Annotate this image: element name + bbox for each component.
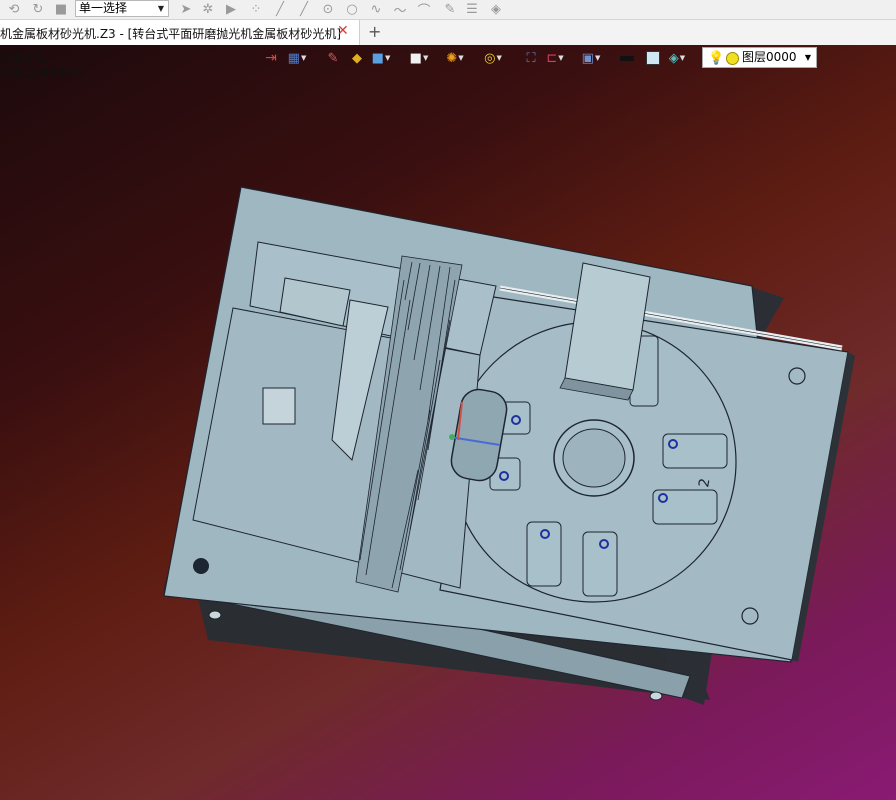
fixture-3 [526, 521, 562, 587]
zoom-icon[interactable]: ◎ ▼ [480, 48, 506, 68]
stack-icon[interactable]: ☰ [462, 0, 482, 19]
document-tab[interactable]: 机金属板材砂光机.Z3 - [转台式平面研磨抛光机金属板材砂光机] ✕ [0, 20, 360, 45]
display-icon[interactable]: ▦ ▼ [284, 48, 310, 68]
foot-left [208, 610, 222, 620]
cube-white-icon[interactable]: ■ ▼ [406, 48, 432, 68]
cube-blue-icon[interactable]: ■ ▼ [368, 48, 394, 68]
top-toolbar: ⟲ ↻ ■ 单一选择 ▼ ➤ ✲ ▶ ⁘ ╱ ╱ ⊙ ○ ∿ 〜 ⌒ ✎ ☰ ◈ [0, 0, 896, 20]
line-2-icon[interactable]: ╱ [294, 0, 314, 19]
prompt-line-2: 拾取或浏览提示 [0, 66, 85, 80]
sun-icon[interactable]: ✺ ▼ [442, 48, 468, 68]
pencil-icon[interactable]: ✎ [320, 48, 346, 68]
layer-name: 图层0000 [742, 50, 797, 64]
layer-color-icon [726, 52, 739, 65]
chevron-down-icon: ▼ [157, 4, 164, 13]
select-mode-label: 单一选择 [79, 1, 128, 15]
exit-icon[interactable]: ⇥ [258, 48, 284, 68]
blue-square-icon[interactable] [640, 48, 666, 68]
rotate-icon[interactable]: ⟲ [4, 0, 24, 19]
stop-icon[interactable]: ■ [51, 0, 71, 19]
play-icon[interactable]: ▶ [221, 0, 241, 19]
drain-hole [193, 558, 209, 574]
polyline-icon[interactable]: ∿ [366, 0, 386, 19]
fixture-2 [652, 489, 718, 525]
fit-icon[interactable]: ⛶ [518, 48, 544, 68]
line-icon[interactable]: ╱ [270, 0, 290, 19]
foot-right [649, 691, 663, 701]
motor-box [262, 387, 296, 425]
render-icon[interactable]: ▣ ▼ [578, 48, 604, 68]
close-tab-icon[interactable]: ✕ [337, 23, 349, 39]
chevron-down-icon: ▼ [804, 53, 811, 62]
filter-icon[interactable]: ✲ [198, 0, 218, 19]
black-rect-icon[interactable] [614, 48, 640, 68]
curve-icon[interactable]: 〜 [390, 0, 410, 19]
document-tab-bar: 机金属板材砂光机.Z3 - [转台式平面研磨抛光机金属板材砂光机] ✕ + [0, 20, 896, 46]
center-hub-inner [562, 428, 626, 488]
machine-model[interactable]: 2 [0, 45, 896, 800]
lightbulb-icon: 💡 [708, 51, 725, 66]
section-icon[interactable]: ⊏ ▼ [542, 48, 568, 68]
new-tab-button[interactable]: + [368, 22, 381, 41]
points-icon[interactable]: ⁘ [246, 0, 266, 19]
redo-icon[interactable]: ↻ [28, 0, 48, 19]
axis-origin [449, 434, 455, 440]
layer-dropdown[interactable]: 💡 图层0000 ▼ [702, 47, 817, 68]
circle-point-icon[interactable]: ⊙ [318, 0, 338, 19]
shaded-box-icon[interactable]: ◆ [344, 48, 370, 68]
layer-stack-icon[interactable]: ◈ ▼ [664, 48, 690, 68]
select-mode-dropdown[interactable]: 单一选择 ▼ [75, 0, 169, 17]
circle-icon[interactable]: ○ [342, 0, 362, 19]
cursor-icon[interactable]: ➤ [176, 0, 196, 19]
layers-icon[interactable]: ◈ [486, 0, 506, 19]
pen-icon[interactable]: ✎ [440, 0, 460, 19]
arc-icon[interactable]: ⌒ [414, 0, 434, 19]
document-tab-title: 机金属板材砂光机.Z3 - [转台式平面研磨抛光机金属板材砂光机] [0, 27, 341, 41]
